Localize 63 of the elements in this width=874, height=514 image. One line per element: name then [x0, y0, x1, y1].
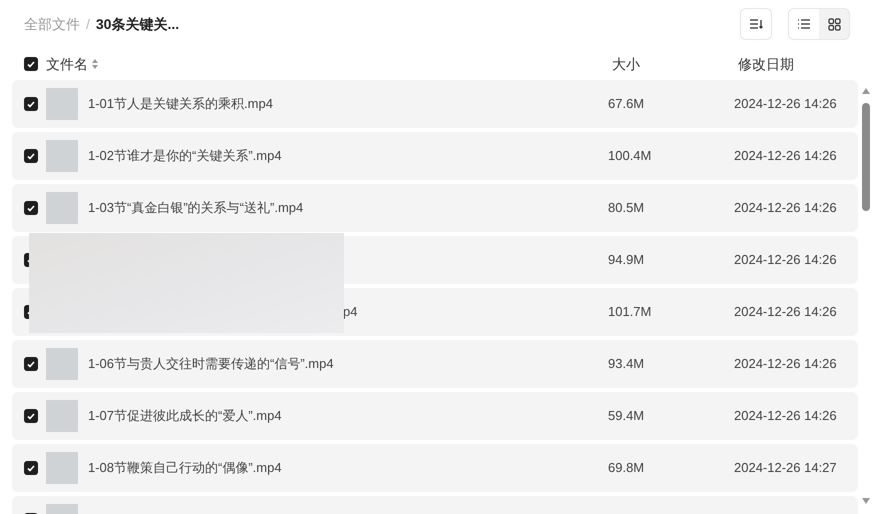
sort-button[interactable]	[740, 8, 772, 40]
scroll-thumb[interactable]	[862, 103, 870, 211]
file-name: 1-01节人是关键关系的乘积.mp4	[88, 95, 273, 114]
checkbox[interactable]	[24, 357, 38, 371]
file-size: 80.5M	[608, 199, 644, 218]
photo-placeholder	[46, 88, 78, 120]
checkbox[interactable]	[24, 149, 38, 163]
check-icon	[27, 60, 35, 68]
checkbox[interactable]	[24, 97, 38, 111]
file-size: 59.4M	[608, 407, 644, 426]
file-row[interactable]: 1-08节鞭策自己行动的“偶像”.mp4 69.8M 2024-12-26 14:27	[12, 444, 858, 492]
check-icon	[27, 152, 35, 160]
modified-date: 2024-12-26 14:26	[734, 147, 837, 166]
file-name: 1-03节“真金白银”的关系与“送礼”.mp4	[88, 199, 304, 218]
photo-placeholder	[46, 452, 78, 484]
grid-icon	[828, 18, 840, 30]
sort-icon	[749, 18, 763, 30]
column-header[interactable]: 修改日期	[738, 54, 794, 74]
checkbox[interactable]	[24, 201, 38, 215]
check-icon	[27, 204, 35, 212]
photo-placeholder	[46, 192, 78, 224]
file-row[interactable]: 1-07节促进彼此成长的“爱人”.mp4 59.4M 2024-12-26 14:26	[12, 392, 858, 440]
file-name: 1-06节与贵人交往时需要传递的“信号”.mp4	[88, 355, 334, 374]
file-size: 101.7M	[608, 303, 652, 322]
scroll-down-icon[interactable]	[862, 498, 870, 504]
file-size: 100.4M	[608, 147, 652, 166]
photo-placeholder	[46, 348, 78, 380]
modified-date: 2024-12-26 14:26	[734, 95, 837, 114]
checkbox[interactable]	[24, 461, 38, 475]
modified-date: 2024-12-26 14:26	[734, 355, 837, 374]
file-size: 69.8M	[608, 459, 644, 478]
check-icon	[27, 100, 35, 108]
modified-date: 2024-12-26 14:27	[734, 459, 837, 478]
photo-placeholder	[46, 400, 78, 432]
file-size: 67.6M	[608, 95, 644, 114]
checkbox[interactable]	[24, 57, 38, 71]
list-view-button[interactable]	[789, 9, 819, 39]
file-name: 1-08节鞭策自己行动的“偶像”.mp4	[88, 459, 282, 478]
breadcrumb-current: 30条关键关...	[96, 14, 180, 34]
file-row[interactable]: 1-03节“真金白银”的关系与“送礼”.mp4 80.5M 2024-12-26 14:26	[12, 184, 858, 232]
file-row[interactable]: 1-06节与贵人交往时需要传递的“信号”.mp4 93.4M 2024-12-26 14:26	[12, 340, 858, 388]
column-header[interactable]: 大小	[612, 54, 640, 74]
modified-date: 2024-12-26 14:26	[734, 407, 837, 426]
checkbox[interactable]	[24, 409, 38, 423]
modified-date: 2024-12-26 14:26	[734, 199, 837, 218]
modified-date: 2024-12-26 14:26	[734, 303, 837, 322]
list-icon	[797, 18, 811, 30]
check-icon	[27, 360, 35, 368]
file-name: 1-02节谁才是你的“关键关系”.mp4	[88, 147, 282, 166]
file-size: 93.4M	[608, 355, 644, 374]
file-row[interactable]: 1-01节人是关键关系的乘积.mp4 67.6M 2024-12-26 14:26	[12, 80, 858, 128]
check-icon	[27, 464, 35, 472]
scroll-up-icon[interactable]	[862, 88, 870, 94]
file-name: 1-07节促进彼此成长的“爱人”.mp4	[88, 407, 282, 426]
file-row[interactable]: 1-02节谁才是你的“关键关系”.mp4 100.4M 2024-12-26 14:26	[12, 132, 858, 180]
breadcrumb-separator: /	[86, 14, 90, 34]
modified-date: 2024-12-26 14:26	[734, 251, 837, 270]
file-size: 94.9M	[608, 251, 644, 270]
sort-arrows-icon	[92, 59, 98, 69]
column-header[interactable]: 文件名	[46, 54, 98, 74]
file-name: p4	[343, 303, 358, 322]
photo-placeholder	[46, 140, 78, 172]
check-icon	[27, 412, 35, 420]
